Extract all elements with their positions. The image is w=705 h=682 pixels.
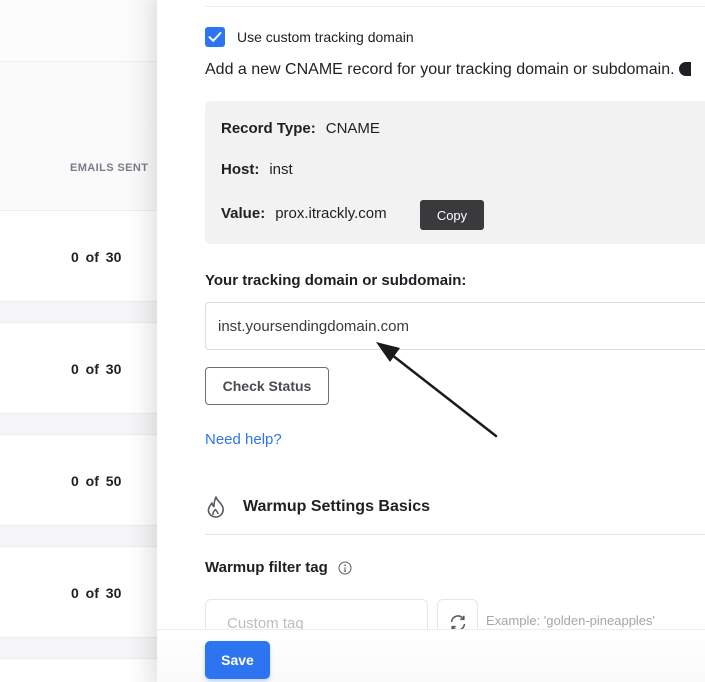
help-icon[interactable] [678, 62, 691, 76]
emails-sent-value: 0 of 30 [71, 585, 122, 601]
save-button[interactable]: Save [205, 641, 270, 679]
warmup-section-title: Warmup Settings Basics [243, 498, 431, 515]
instruction-text: Add a new CNAME record for your tracking… [205, 61, 675, 78]
need-help-link[interactable]: Need help? [205, 431, 282, 448]
table-row[interactable]: 0 of 30 [0, 546, 157, 638]
divider [205, 534, 705, 535]
drawer-footer: Save [157, 629, 705, 682]
value-value: prox.itrackly.com [275, 205, 387, 222]
table-row[interactable]: 0 of 50 [0, 434, 157, 526]
table-row[interactable] [0, 658, 157, 682]
row-gap [0, 302, 157, 322]
row-gap [0, 526, 157, 546]
cname-instruction: Add a new CNAME record for your tracking… [205, 61, 691, 79]
divider [205, 6, 705, 7]
filter-tag-label-text: Warmup filter tag [205, 559, 328, 576]
column-header-emails-sent: EMAILS SENT [70, 162, 149, 174]
value-line: Value: prox.itrackly.com [221, 205, 387, 222]
copy-button[interactable]: Copy [420, 200, 484, 230]
warmup-section-header: Warmup Settings Basics [205, 495, 430, 519]
host-label: Host: [221, 161, 260, 178]
tracking-domain-label: Your tracking domain or subdomain: [205, 272, 467, 289]
emails-sent-value: 0 of 30 [71, 361, 122, 377]
value-label: Value: [221, 205, 266, 222]
flame-icon [207, 496, 224, 518]
settings-drawer: Use custom tracking domain Add a new CNA… [157, 0, 705, 682]
table-row[interactable]: 0 of 30 [0, 322, 157, 414]
host-line: Host: inst [221, 161, 293, 178]
emails-sent-value: 0 of 30 [71, 249, 122, 265]
emails-sent-value: 0 of 50 [71, 473, 122, 489]
record-type-line: Record Type: CNAME [221, 120, 380, 137]
host-value: inst [269, 161, 293, 178]
record-type-value: CNAME [325, 120, 380, 137]
custom-tracking-checkbox-row[interactable]: Use custom tracking domain [205, 27, 414, 47]
row-gap [0, 638, 157, 658]
table-top-bar [0, 0, 157, 62]
tag-example-hint: Example: 'golden-pineapples' [486, 613, 656, 628]
check-status-button[interactable]: Check Status [205, 367, 329, 405]
row-gap [0, 414, 157, 434]
table-row[interactable]: 0 of 30 [0, 210, 157, 302]
checkbox-label: Use custom tracking domain [237, 29, 414, 45]
record-type-label: Record Type: [221, 120, 316, 137]
info-icon[interactable] [338, 561, 352, 575]
checkmark-icon [208, 32, 222, 42]
dns-record-box: Record Type: CNAME Host: inst Value: prox.i… [205, 101, 705, 244]
tracking-domain-input[interactable] [205, 302, 705, 350]
warmup-filter-tag-label: Warmup filter tag [205, 559, 352, 576]
background-table: EMAILS SENT 0 of 30 0 of 30 0 of 50 0 of… [0, 0, 157, 682]
custom-tracking-checkbox[interactable] [205, 27, 225, 47]
